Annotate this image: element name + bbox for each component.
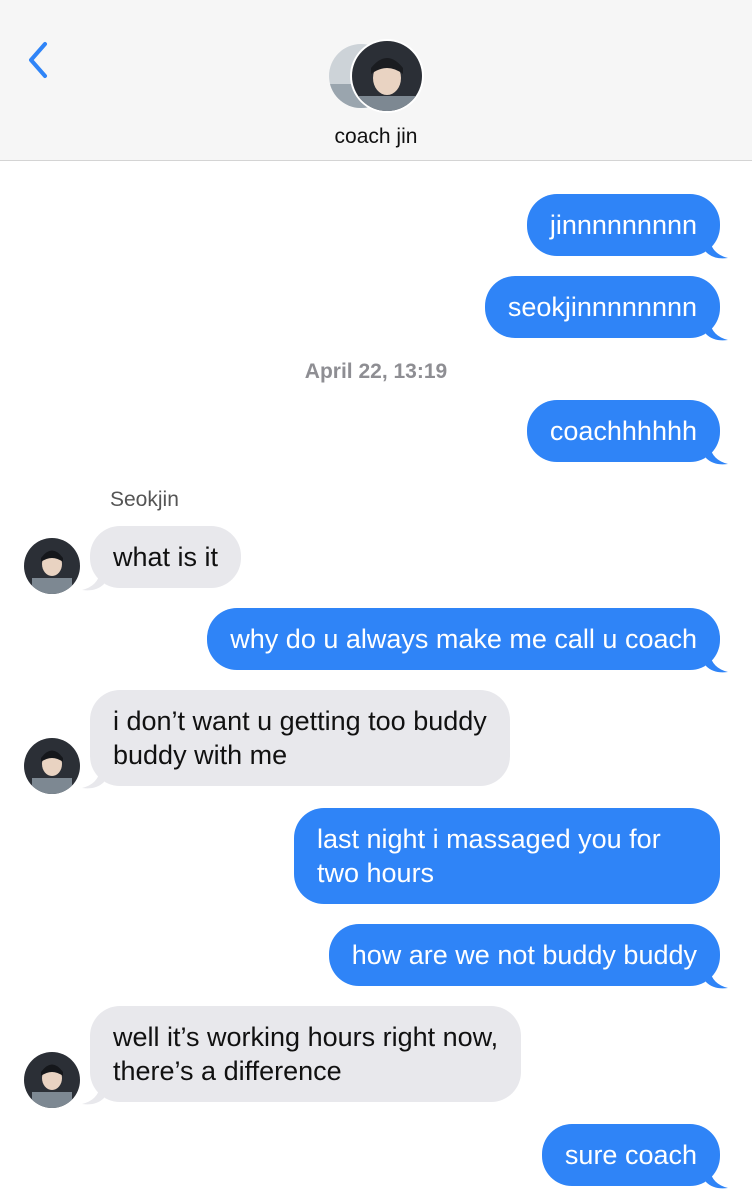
sender-avatar[interactable] xyxy=(24,538,80,594)
message-text: sure coach xyxy=(564,1140,697,1170)
message-text-line: two hours xyxy=(317,858,435,888)
outgoing-message-bubble[interactable]: sure coach xyxy=(541,1124,720,1186)
sender-avatar[interactable] xyxy=(24,738,80,794)
message-text-line: buddy with me xyxy=(113,740,288,770)
contact-avatar[interactable] xyxy=(329,38,425,114)
outgoing-message-bubble[interactable]: last night i massaged you for two hours xyxy=(294,808,720,904)
message-timestamp: April 22, 13:19 xyxy=(304,360,448,383)
message-text-line: i don’t want u getting too buddy xyxy=(113,706,487,736)
bubble-tail xyxy=(706,446,728,465)
incoming-message-bubble[interactable]: i don’t want u getting too buddy buddy w… xyxy=(90,690,510,786)
message-text: coachhhhhh xyxy=(549,416,697,446)
bubble-tail xyxy=(706,654,728,673)
chevron-left-icon xyxy=(29,42,47,78)
outgoing-message-bubble[interactable]: coachhhhhh xyxy=(526,400,720,462)
outgoing-message-bubble[interactable]: how are we not buddy buddy xyxy=(328,924,720,986)
incoming-message-bubble[interactable]: well it’s working hours right now, there… xyxy=(90,1006,522,1102)
outgoing-message-bubble[interactable]: jinnnnnnnnn xyxy=(526,194,720,256)
message-text-line: last night i massaged you for xyxy=(317,824,661,854)
bubble-tail xyxy=(82,572,104,591)
bubble-tail xyxy=(706,1170,728,1189)
message-text: why do u always make me call u coach xyxy=(230,624,697,654)
bubble-tail xyxy=(706,322,728,341)
message-text: what is it xyxy=(113,542,219,572)
outgoing-message-bubble[interactable]: seokjinnnnnnnn xyxy=(484,276,720,338)
incoming-message-bubble[interactable]: what is it xyxy=(90,526,242,588)
back-button[interactable] xyxy=(18,40,58,80)
sender-name-label: Seokjin xyxy=(110,488,179,511)
outgoing-message-bubble[interactable]: why do u always make me call u coach xyxy=(207,608,720,670)
message-text: seokjinnnnnnnn xyxy=(507,292,697,322)
message-text: how are we not buddy buddy xyxy=(351,940,697,970)
message-text-line: there’s a difference xyxy=(113,1056,342,1086)
bubble-tail xyxy=(706,240,728,259)
message-text-line: well it’s working hours right now, xyxy=(113,1022,499,1052)
sender-avatar[interactable] xyxy=(24,1052,80,1108)
contact-name[interactable]: coach jin xyxy=(0,125,752,149)
bubble-tail xyxy=(706,970,728,989)
conversation-header: coach jin xyxy=(0,0,752,161)
message-text: jinnnnnnnnn xyxy=(549,210,697,240)
bubble-tail xyxy=(82,1086,104,1105)
bubble-tail xyxy=(82,770,104,789)
